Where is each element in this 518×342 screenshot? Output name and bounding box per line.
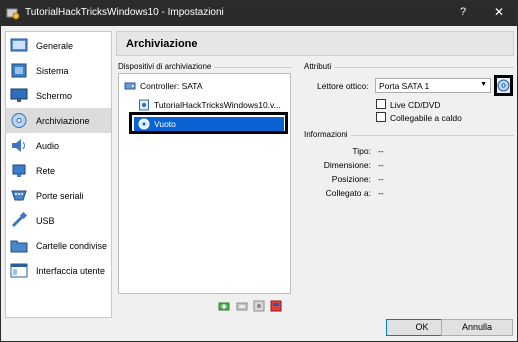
virtualbox-app-icon: [6, 8, 20, 20]
live-cd-label: Live CD/DVD: [390, 100, 441, 110]
sidebar-item-label: Interfaccia utente: [36, 266, 106, 276]
information-group-label: Informazioni: [304, 130, 351, 139]
sidebar-item-cartelle-condivise[interactable]: Cartelle condivise: [6, 233, 111, 258]
remove-attachment-icon[interactable]: [269, 299, 283, 313]
disk-item[interactable]: TutorialHackTricksWindows10.v...: [138, 99, 288, 112]
info-location-key: Posizione:: [331, 174, 371, 184]
sidebar-item-label: Porte seriali: [36, 191, 84, 201]
sidebar-item-sistema[interactable]: Sistema: [6, 58, 111, 83]
sidebar-item-generale[interactable]: Generale: [6, 33, 111, 58]
sidebar-item-audio[interactable]: Audio: [6, 133, 111, 158]
controller-icon: [124, 82, 136, 90]
remove-controller-icon[interactable]: [235, 299, 249, 313]
optical-disc-icon: [497, 79, 510, 92]
chevron-down-icon: ▼: [480, 81, 487, 88]
add-attachment-icon[interactable]: [252, 299, 266, 313]
info-type-value: --: [378, 146, 384, 156]
shared-folders-icon: [10, 240, 28, 253]
info-type-key: Tipo:: [352, 146, 371, 156]
sidebar-item-label: Cartelle condivise: [36, 241, 108, 251]
sidebar-item-label: USB: [36, 216, 55, 226]
display-icon: [10, 88, 28, 102]
info-size-value: --: [378, 160, 384, 170]
sidebar-item-label: Sistema: [36, 66, 69, 76]
attributes-group-label: Attributi: [304, 62, 335, 71]
sidebar-item-schermo[interactable]: Schermo: [6, 83, 111, 108]
controller-sata-item[interactable]: Controller: SATA: [124, 80, 284, 93]
serial-ports-icon: [11, 190, 27, 201]
choose-disk-button[interactable]: [494, 75, 513, 96]
close-button[interactable]: ✕: [491, 5, 507, 19]
info-attached-value: --: [378, 188, 384, 198]
info-size-key: Dimensione:: [323, 160, 371, 170]
window-title: TutorialHackTricksWindows10 - Impostazio…: [25, 7, 224, 18]
optical-drive-select[interactable]: Porta SATA 1 ▼: [375, 78, 491, 93]
sidebar-item-label: Schermo: [36, 91, 73, 101]
hard-disk-icon: [139, 99, 149, 111]
optical-drive-select-value: Porta SATA 1: [379, 81, 430, 91]
add-controller-icon[interactable]: [217, 299, 231, 313]
network-icon: [12, 164, 26, 177]
disk-label: TutorialHackTricksWindows10.v...: [154, 100, 281, 110]
page-title: Archiviazione: [126, 38, 198, 50]
sidebar-item-interfaccia-utente[interactable]: Interfaccia utente: [6, 258, 111, 283]
controller-label: Controller: SATA: [140, 81, 203, 91]
attributes-group-divider: [304, 67, 514, 68]
hotplug-label: Collegabile a caldo: [390, 113, 462, 123]
page-header: Archiviazione: [116, 31, 514, 56]
cancel-button[interactable]: Annulla: [441, 319, 513, 336]
sidebar-item-archiviazione[interactable]: Archiviazione: [6, 108, 111, 133]
user-interface-icon: [10, 263, 28, 278]
live-cd-checkbox[interactable]: [376, 99, 386, 109]
optical-drive-field-label: Lettore ottico:: [317, 81, 369, 91]
hotplug-checkbox[interactable]: [376, 112, 386, 122]
sidebar-item-usb[interactable]: USB: [6, 208, 111, 233]
audio-icon: [12, 139, 25, 152]
sidebar-item-rete[interactable]: Rete: [6, 158, 111, 183]
storage-icon: [11, 113, 27, 128]
sidebar-item-label: Generale: [36, 41, 74, 51]
storage-tree: Controller: SATA TutorialHackTricksWindo…: [118, 73, 291, 294]
settings-category-list: Generale Sistema Schermo Archiviazione A…: [5, 31, 112, 318]
info-location-value: --: [378, 174, 384, 184]
general-icon: [10, 38, 28, 52]
sidebar-item-label: Rete: [36, 166, 56, 176]
title-bar: TutorialHackTricksWindows10 - Impostazio…: [1, 1, 517, 26]
sidebar-item-label: Audio: [36, 141, 60, 151]
sidebar-item-porte-seriali[interactable]: Porte seriali: [6, 183, 111, 208]
system-icon: [11, 63, 27, 78]
optical-drive-highlight: [129, 112, 288, 134]
info-attached-key: Collegato a:: [325, 188, 371, 198]
usb-icon: [11, 212, 28, 228]
storage-group-label: Dispositivi di archiviazione: [118, 62, 215, 71]
settings-window: TutorialHackTricksWindows10 - Impostazio…: [0, 0, 518, 342]
sidebar-item-label: Archiviazione: [36, 116, 90, 126]
help-button[interactable]: ?: [455, 6, 471, 18]
